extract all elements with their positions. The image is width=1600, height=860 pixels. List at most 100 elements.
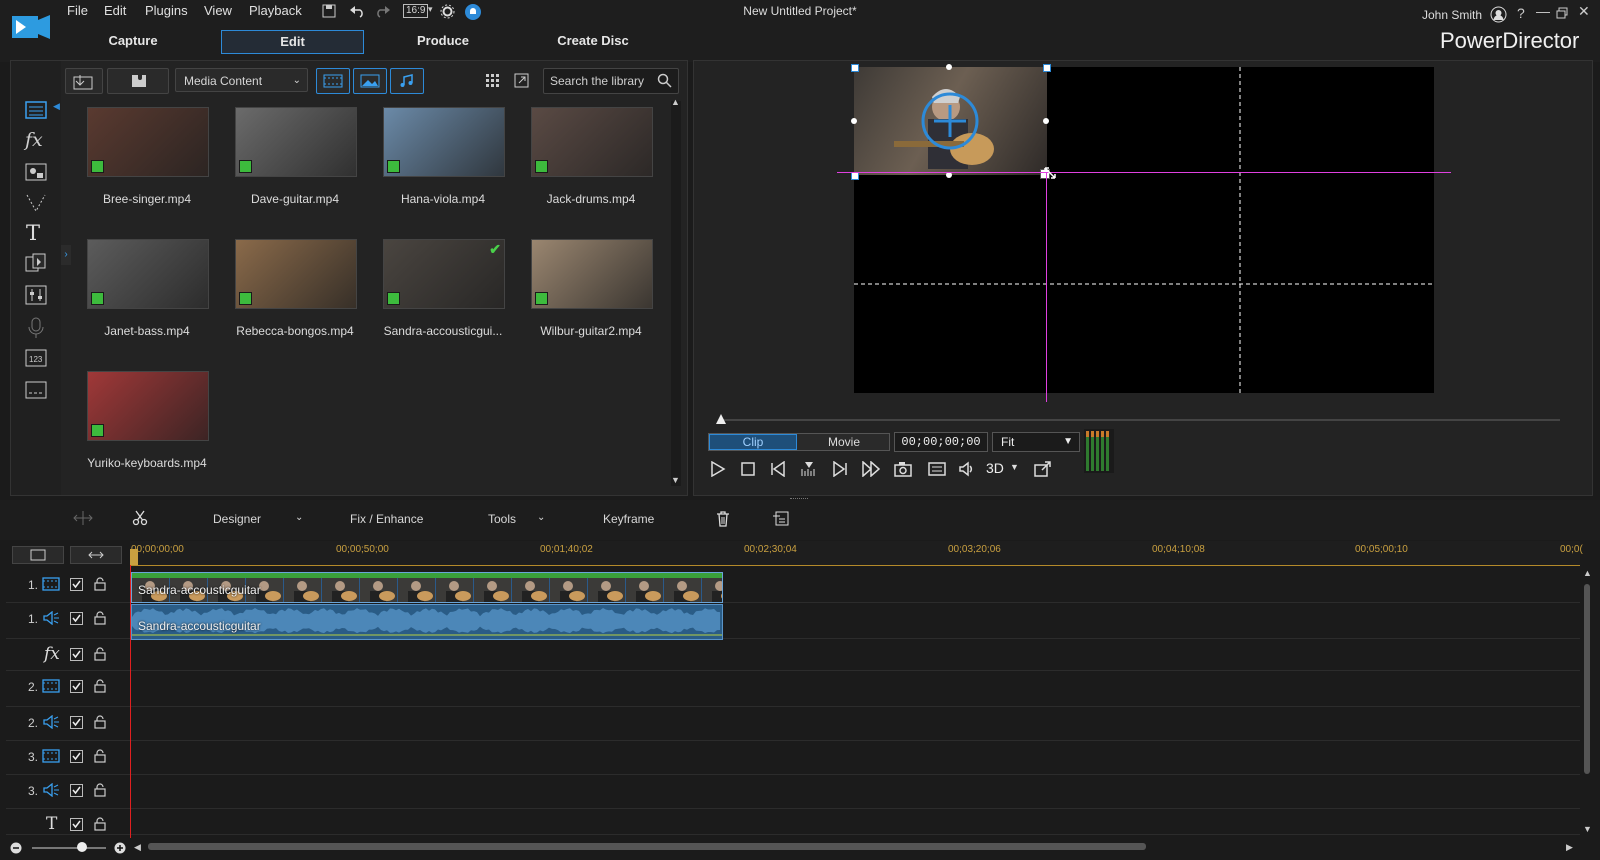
track-enable-checkbox[interactable] bbox=[70, 578, 83, 591]
expand-panel-icon[interactable]: › bbox=[61, 245, 71, 265]
move-handle-icon[interactable] bbox=[920, 91, 980, 151]
resize-handle-left[interactable] bbox=[851, 118, 857, 124]
movie-mode-button[interactable]: Movie bbox=[799, 434, 889, 450]
subtitle-toggle-icon[interactable] bbox=[928, 461, 946, 477]
hscroll-right-icon[interactable]: ▶ bbox=[1566, 842, 1573, 853]
voiceover-room-icon[interactable] bbox=[28, 317, 44, 339]
vscroll-down-icon[interactable]: ▼ bbox=[1583, 824, 1592, 834]
more-options-icon[interactable] bbox=[772, 510, 790, 526]
timecode-field[interactable]: 00;00;00;00 bbox=[894, 432, 988, 452]
zoom-slider[interactable] bbox=[32, 847, 106, 849]
playhead-handle-icon[interactable] bbox=[130, 549, 138, 565]
track-enable-checkbox[interactable] bbox=[70, 648, 83, 661]
filter-audio-button[interactable] bbox=[390, 68, 424, 94]
menu-view[interactable]: View bbox=[204, 3, 232, 18]
track-enable-checkbox[interactable] bbox=[70, 784, 83, 797]
help-icon[interactable]: ? bbox=[1517, 5, 1525, 21]
menu-edit[interactable]: Edit bbox=[104, 3, 126, 18]
media-thumbnail[interactable] bbox=[87, 107, 209, 177]
save-icon[interactable] bbox=[322, 4, 336, 18]
plugin-button[interactable] bbox=[107, 68, 169, 94]
designer-button[interactable]: Designer bbox=[213, 512, 261, 526]
scroll-down-icon[interactable]: ▼ bbox=[671, 475, 680, 485]
undock-window-icon[interactable] bbox=[1034, 461, 1052, 477]
track-enable-checkbox[interactable] bbox=[70, 716, 83, 729]
media-item[interactable]: Dave-guitar.mp4 bbox=[221, 101, 369, 221]
track-enable-checkbox[interactable] bbox=[70, 818, 83, 831]
fit-timeline-button[interactable] bbox=[70, 546, 122, 564]
redo-icon[interactable] bbox=[375, 4, 391, 18]
library-scrollbar[interactable]: ▲ ▼ bbox=[671, 97, 681, 486]
resize-handle-top[interactable] bbox=[946, 64, 952, 70]
aspect-ratio-button[interactable]: 16:9 bbox=[403, 4, 429, 18]
3d-dropdown-icon[interactable]: ▼ bbox=[1010, 462, 1019, 472]
import-media-button[interactable] bbox=[65, 68, 103, 94]
stop-icon[interactable] bbox=[740, 461, 756, 477]
user-avatar-icon[interactable] bbox=[1490, 6, 1507, 23]
pip-video-object[interactable] bbox=[854, 67, 1047, 175]
play-icon[interactable] bbox=[710, 461, 726, 477]
snapshot-camera-icon[interactable] bbox=[894, 461, 912, 477]
scissors-icon[interactable] bbox=[132, 510, 148, 526]
track-lock-icon[interactable] bbox=[94, 611, 106, 625]
media-thumbnail[interactable] bbox=[383, 107, 505, 177]
particle-room-icon[interactable] bbox=[25, 193, 47, 213]
audio-clip[interactable]: Sandra-accousticguitar bbox=[131, 604, 723, 640]
media-item[interactable]: Hana-viola.mp4 bbox=[369, 101, 517, 221]
filter-image-button[interactable] bbox=[353, 68, 387, 94]
designer-dropdown-icon[interactable]: ⌄ bbox=[295, 512, 303, 523]
resize-handle-tl[interactable] bbox=[851, 64, 859, 72]
preview-canvas[interactable] bbox=[851, 64, 1434, 393]
media-thumbnail[interactable] bbox=[531, 239, 653, 309]
filter-video-button[interactable] bbox=[316, 68, 350, 94]
previous-frame-icon[interactable] bbox=[770, 461, 786, 477]
track-lock-icon[interactable] bbox=[94, 817, 106, 831]
zoom-out-icon[interactable] bbox=[10, 842, 22, 854]
track-enable-checkbox[interactable] bbox=[70, 612, 83, 625]
hscroll-left-icon[interactable]: ◀ bbox=[134, 842, 141, 853]
fast-forward-icon[interactable] bbox=[862, 461, 882, 477]
track-manager-button[interactable] bbox=[12, 546, 64, 564]
media-thumbnail[interactable] bbox=[87, 239, 209, 309]
media-thumbnail[interactable]: ✔ bbox=[383, 239, 505, 309]
track-lock-icon[interactable] bbox=[94, 577, 106, 591]
media-item[interactable]: Wilbur-guitar2.mp4 bbox=[517, 233, 665, 353]
user-name[interactable]: John Smith bbox=[1422, 8, 1482, 22]
media-thumbnail[interactable] bbox=[235, 239, 357, 309]
timeline-vertical-scrollbar[interactable]: ▲ ▼ bbox=[1582, 568, 1592, 836]
menu-plugins[interactable]: Plugins bbox=[145, 3, 188, 18]
next-frame-icon[interactable] bbox=[832, 461, 848, 477]
vscroll-thumb[interactable] bbox=[1584, 584, 1590, 774]
track-lock-icon[interactable] bbox=[94, 679, 106, 693]
panel-splitter-handle[interactable] bbox=[790, 498, 808, 503]
hscroll-thumb[interactable] bbox=[148, 843, 1146, 850]
media-item[interactable]: Jack-drums.mp4 bbox=[517, 101, 665, 221]
tools-button[interactable]: Tools bbox=[488, 512, 516, 526]
clip-movie-toggle[interactable]: Clip Movie bbox=[708, 433, 890, 451]
menu-file[interactable]: File bbox=[67, 3, 88, 18]
resize-handle-bl[interactable] bbox=[851, 172, 859, 180]
zoom-fit-dropdown[interactable]: Fit ▼ bbox=[992, 432, 1080, 452]
minimize-icon[interactable]: — bbox=[1536, 3, 1550, 19]
zoom-in-icon[interactable] bbox=[114, 842, 126, 854]
undo-icon[interactable] bbox=[349, 4, 365, 18]
resize-handle-right[interactable] bbox=[1043, 118, 1049, 124]
media-room-icon[interactable] bbox=[25, 101, 47, 119]
media-item[interactable]: Rebecca-bongos.mp4 bbox=[221, 233, 369, 353]
media-thumbnail[interactable] bbox=[235, 107, 357, 177]
seek-slider-icon[interactable] bbox=[715, 413, 727, 425]
vscroll-up-icon[interactable]: ▲ bbox=[1583, 568, 1592, 578]
media-thumbnail[interactable] bbox=[531, 107, 653, 177]
delete-trash-icon[interactable] bbox=[716, 511, 730, 527]
media-item[interactable]: Bree-singer.mp4 bbox=[73, 101, 221, 221]
tab-capture[interactable]: Capture bbox=[90, 30, 176, 52]
tab-create-disc[interactable]: Create Disc bbox=[545, 30, 641, 52]
chapter-room-icon[interactable]: 123 bbox=[25, 349, 47, 367]
subtitle-room-icon[interactable] bbox=[25, 381, 47, 399]
fx-room-icon[interactable]: fx bbox=[25, 129, 43, 151]
track-lock-icon[interactable] bbox=[94, 749, 106, 763]
menu-playback[interactable]: Playback bbox=[249, 3, 302, 18]
media-item[interactable]: Yuriko-keyboards.mp4 bbox=[73, 365, 221, 485]
track-lock-icon[interactable] bbox=[94, 783, 106, 797]
volume-icon[interactable] bbox=[958, 461, 976, 477]
